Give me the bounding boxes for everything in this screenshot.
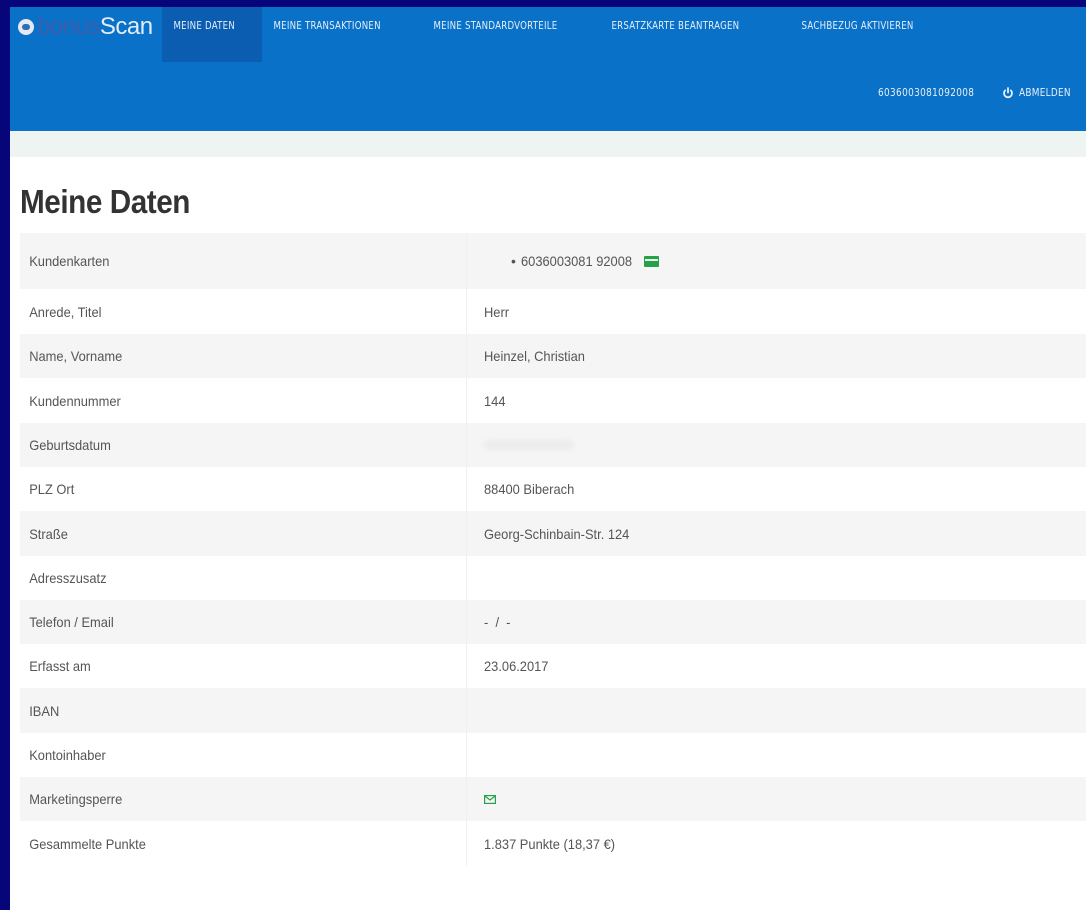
logout-label[interactable]: ABMELDEN (1019, 87, 1071, 99)
row-value-text: 23.06.2017 (484, 658, 549, 674)
customer-details-table: Kundenkarten • 6036003081 92008 Anrede, … (20, 233, 1086, 866)
brand-text-bonus: bonus (37, 13, 100, 40)
row-label: Name, Vorname (29, 348, 123, 364)
row-value-text: 88400 Biberach (484, 481, 575, 497)
table-row-adresszusatz: Adresszusatz (20, 556, 1086, 600)
bonusscan-logo-icon (18, 19, 34, 35)
table-row-gesammelte-punkte: Gesammelte Punkte 1.837 Punkte (18,37 €) (20, 821, 1086, 866)
row-value: Heinzel, Christian (466, 334, 1086, 378)
top-navbar: bonus Scan MEINE DATEN MEINE TRANSAKTION… (10, 7, 1086, 131)
nav-label-meine-standardvorteile[interactable]: MEINE STANDARDVORTEILE (422, 7, 568, 62)
sub-header-bar (10, 131, 1086, 157)
row-value: - / - (466, 600, 1086, 644)
row-value: Georg-Schinbain-Str. 124 (466, 511, 1086, 556)
header-card-number: 6036003081092008 (877, 87, 975, 99)
row-label: Telefon / Email (29, 614, 114, 630)
row-label: Kundenkarten (29, 253, 110, 269)
row-label: Adresszusatz (29, 570, 107, 586)
row-value: Herr (466, 289, 1086, 334)
redacted-value (484, 440, 574, 450)
row-value (466, 556, 1086, 600)
row-label: PLZ Ort (29, 481, 75, 497)
row-value-text: 1.837 Punkte (18,37 €) (484, 835, 616, 852)
nav-label-meine-daten[interactable]: MEINE DATEN (162, 7, 244, 62)
row-label: Marketingsperre (29, 791, 123, 807)
nav-ersatzkarte-beantragen[interactable]: ERSATZKARTE BEANTRAGEN (600, 7, 790, 62)
row-value: • 6036003081 92008 (466, 233, 1086, 289)
row-value-text: Herr (484, 303, 510, 320)
logout-button[interactable]: ABMELDEN (1002, 87, 1080, 99)
power-icon (1003, 87, 1013, 99)
card-number-link[interactable]: 6036003081 92008 (521, 253, 632, 269)
row-value-text: Georg-Schinbain-Str. 124 (484, 525, 630, 542)
table-row-geburtsdatum: Geburtsdatum (20, 423, 1086, 467)
table-row-kundennummer: Kundennummer 144 (20, 378, 1086, 423)
table-row-name: Name, Vorname Heinzel, Christian (20, 334, 1086, 378)
table-row-strasse: Straße Georg-Schinbain-Str. 124 (20, 511, 1086, 556)
row-value (466, 733, 1086, 777)
table-row-erfasst-am: Erfasst am 23.06.2017 (20, 644, 1086, 688)
row-value (466, 423, 1086, 467)
table-row-plz-ort: PLZ Ort 88400 Biberach (20, 467, 1086, 511)
page-title: Meine Daten (20, 183, 190, 220)
row-value-text: - / - (484, 614, 511, 630)
row-label: Anrede, Titel (29, 303, 102, 320)
envelope-icon[interactable] (484, 794, 496, 804)
bullet: • (511, 253, 516, 269)
row-value: 144 (466, 378, 1086, 423)
table-row-marketingsperre: Marketingsperre (20, 777, 1086, 821)
row-value (466, 688, 1086, 733)
card-list: • 6036003081 92008 (484, 253, 659, 269)
nav-label-meine-transaktionen[interactable]: MEINE TRANSAKTIONEN (262, 7, 393, 62)
app-window: bonus Scan MEINE DATEN MEINE TRANSAKTION… (10, 7, 1086, 910)
table-row-anrede: Anrede, Titel Herr (20, 289, 1086, 334)
nav-meine-daten[interactable]: MEINE DATEN (162, 7, 262, 62)
main-nav: MEINE DATEN MEINE TRANSAKTIONEN MEINE ST… (162, 7, 960, 62)
row-value: 1.837 Punkte (18,37 €) (466, 821, 1086, 866)
row-label: Straße (29, 525, 68, 542)
table-row-iban: IBAN (20, 688, 1086, 733)
row-label: Gesammelte Punkte (29, 835, 146, 852)
row-value: 88400 Biberach (466, 467, 1086, 511)
row-label: Geburtsdatum (29, 437, 111, 453)
nav-meine-transaktionen[interactable]: MEINE TRANSAKTIONEN (262, 7, 422, 62)
row-label: IBAN (29, 702, 60, 719)
row-label: Kundennummer (29, 392, 121, 409)
nav-label-ersatzkarte-beantragen[interactable]: ERSATZKARTE BEANTRAGEN (600, 7, 756, 62)
row-value: 23.06.2017 (466, 644, 1086, 688)
brand-text-scan: Scan (99, 13, 153, 40)
row-value-text: Heinzel, Christian (484, 348, 585, 364)
nav-sachbezug-aktivieren[interactable]: SACHBEZUG AKTIVIEREN (790, 7, 960, 62)
nav-meine-standardvorteile[interactable]: MEINE STANDARDVORTEILE (422, 7, 600, 62)
row-label: Erfasst am (29, 658, 91, 674)
row-value-text: 144 (484, 392, 506, 409)
table-row-telefon-email: Telefon / Email - / - (20, 600, 1086, 644)
nav-label-sachbezug-aktivieren[interactable]: SACHBEZUG AKTIVIEREN (790, 7, 929, 62)
credit-card-icon[interactable] (643, 255, 659, 267)
nav-right: 6036003081092008 ABMELDEN (861, 87, 1086, 99)
row-label: Kontoinhaber (29, 747, 106, 763)
table-row-kontoinhaber: Kontoinhaber (20, 733, 1086, 777)
table-row-kundenkarten: Kundenkarten • 6036003081 92008 (20, 233, 1086, 289)
row-value (466, 777, 1086, 821)
brand-logo[interactable]: bonus Scan (18, 11, 153, 43)
